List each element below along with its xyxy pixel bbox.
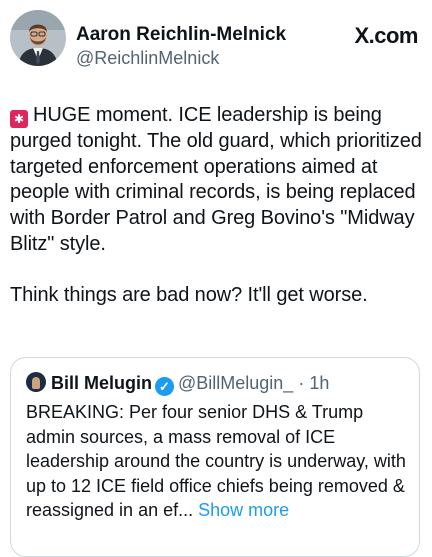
tweet-paragraph-2: Think things are bad now? It'll get wors… [10,283,368,306]
avatar[interactable] [10,10,66,66]
author-names: Aaron Reichlin-Melnick @ReichlinMelnick [76,23,286,69]
tweet-text-1: HUGE moment. ICE leadership is being pur… [10,104,422,255]
quoted-tweet-text: BREAKING: Per four senior DHS & Trump ad… [26,400,416,523]
x-logo[interactable]: X.com [354,23,418,49]
verified-badge-icon: ✓ [155,377,174,396]
author-handle[interactable]: @ReichlinMelnick [76,47,286,69]
tweet-body: ✱ HUGE moment. ICE leadership is being pu… [10,103,424,309]
quoted-tweet-card[interactable]: Bill Melugin ✓ @BillMelugin_ · 1h BREAKING… [10,357,420,557]
quoted-handle-time: @BillMelugin_ · 1h [178,373,330,393]
quoted-display-name[interactable]: Bill Melugin [51,373,152,393]
avatar-photo [10,10,66,66]
tweet-header: Aaron Reichlin-Melnick @ReichlinMelnick … [10,10,418,70]
show-more-link[interactable]: Show more [198,500,289,520]
quoted-tweet-header: Bill Melugin ✓ @BillMelugin_ · 1h [26,371,329,396]
author-display-name[interactable]: Aaron Reichlin-Melnick [76,23,286,47]
quoted-avatar[interactable] [26,372,46,392]
tweet-paragraph-1: ✱ HUGE moment. ICE leadership is being pu… [10,103,424,258]
siren-icon: ✱ [10,110,28,128]
